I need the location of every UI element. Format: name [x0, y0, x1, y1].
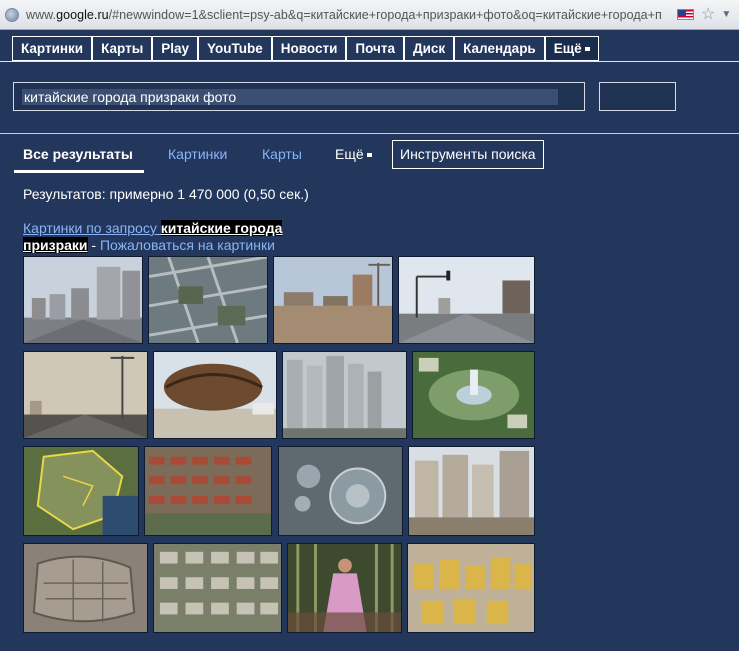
image-thumbnail[interactable] — [144, 446, 272, 536]
nav-youtube[interactable]: YouTube — [197, 37, 271, 60]
tab-all-results[interactable]: Все результаты — [23, 146, 133, 162]
image-thumbnail[interactable] — [148, 256, 268, 344]
tab-images[interactable]: Картинки — [168, 146, 227, 162]
address-bar[interactable]: www.google.ru/#newwindow=1&sclient=psy-a… — [0, 0, 739, 30]
report-images-link[interactable]: Пожаловаться на картинки — [100, 237, 275, 253]
search-tabs: Все результаты Картинки Карты Ещё Инстру… — [0, 134, 739, 174]
image-thumbnail[interactable] — [282, 351, 407, 439]
us-flag-icon[interactable] — [677, 9, 694, 20]
image-thumbnail[interactable] — [287, 543, 402, 633]
nav-news[interactable]: Новости — [270, 37, 346, 60]
search-input[interactable] — [24, 88, 564, 106]
nav-divider — [0, 61, 739, 62]
search-tools-button[interactable]: Инструменты поиска — [392, 140, 544, 169]
tab-maps[interactable]: Карты — [262, 146, 302, 162]
image-thumbnail[interactable] — [23, 351, 148, 439]
tab-more-label: Ещё — [335, 146, 364, 162]
image-thumbnail[interactable] — [408, 446, 535, 536]
image-thumbnail[interactable] — [153, 351, 277, 439]
result-stats: Результатов: примерно 1 470 000 (0,50 се… — [23, 186, 309, 202]
image-thumbnail[interactable] — [23, 256, 143, 344]
nav-calendar[interactable]: Календарь — [453, 37, 544, 60]
search-button[interactable] — [599, 82, 676, 111]
star-icon[interactable]: ☆ — [701, 6, 715, 23]
image-thumbnail[interactable] — [398, 256, 535, 344]
nav-images[interactable]: Картинки — [13, 37, 91, 60]
image-thumbnail[interactable] — [278, 446, 403, 536]
nav-more-button[interactable]: Ещё — [543, 37, 599, 60]
image-results-header: Картинки по запросу китайские города приз… — [23, 220, 283, 253]
image-thumbnail[interactable] — [153, 543, 282, 633]
image-thumbnail[interactable] — [23, 543, 148, 633]
url-text[interactable]: www.google.ru/#newwindow=1&sclient=psy-a… — [26, 8, 674, 22]
tab-more[interactable]: Ещё — [335, 146, 372, 162]
dropdown-square-icon — [584, 47, 590, 52]
image-thumbnail[interactable] — [412, 351, 535, 439]
search-box[interactable] — [13, 82, 585, 111]
dropdown-square-icon — [366, 153, 372, 158]
google-top-nav: Картинки Карты Play YouTube Новости Почт… — [12, 36, 599, 61]
nav-more-label: Ещё — [553, 41, 582, 56]
image-thumbnail[interactable] — [407, 543, 535, 633]
nav-maps[interactable]: Карты — [91, 37, 151, 60]
image-thumbnail[interactable] — [273, 256, 393, 344]
nav-mail[interactable]: Почта — [345, 37, 403, 60]
active-tab-indicator — [14, 170, 144, 173]
nav-drive[interactable]: Диск — [402, 37, 453, 60]
globe-icon — [5, 7, 19, 22]
image-thumbnail[interactable] — [23, 446, 139, 536]
chevron-down-icon[interactable]: ▼ — [721, 9, 731, 20]
nav-play[interactable]: Play — [151, 37, 197, 60]
